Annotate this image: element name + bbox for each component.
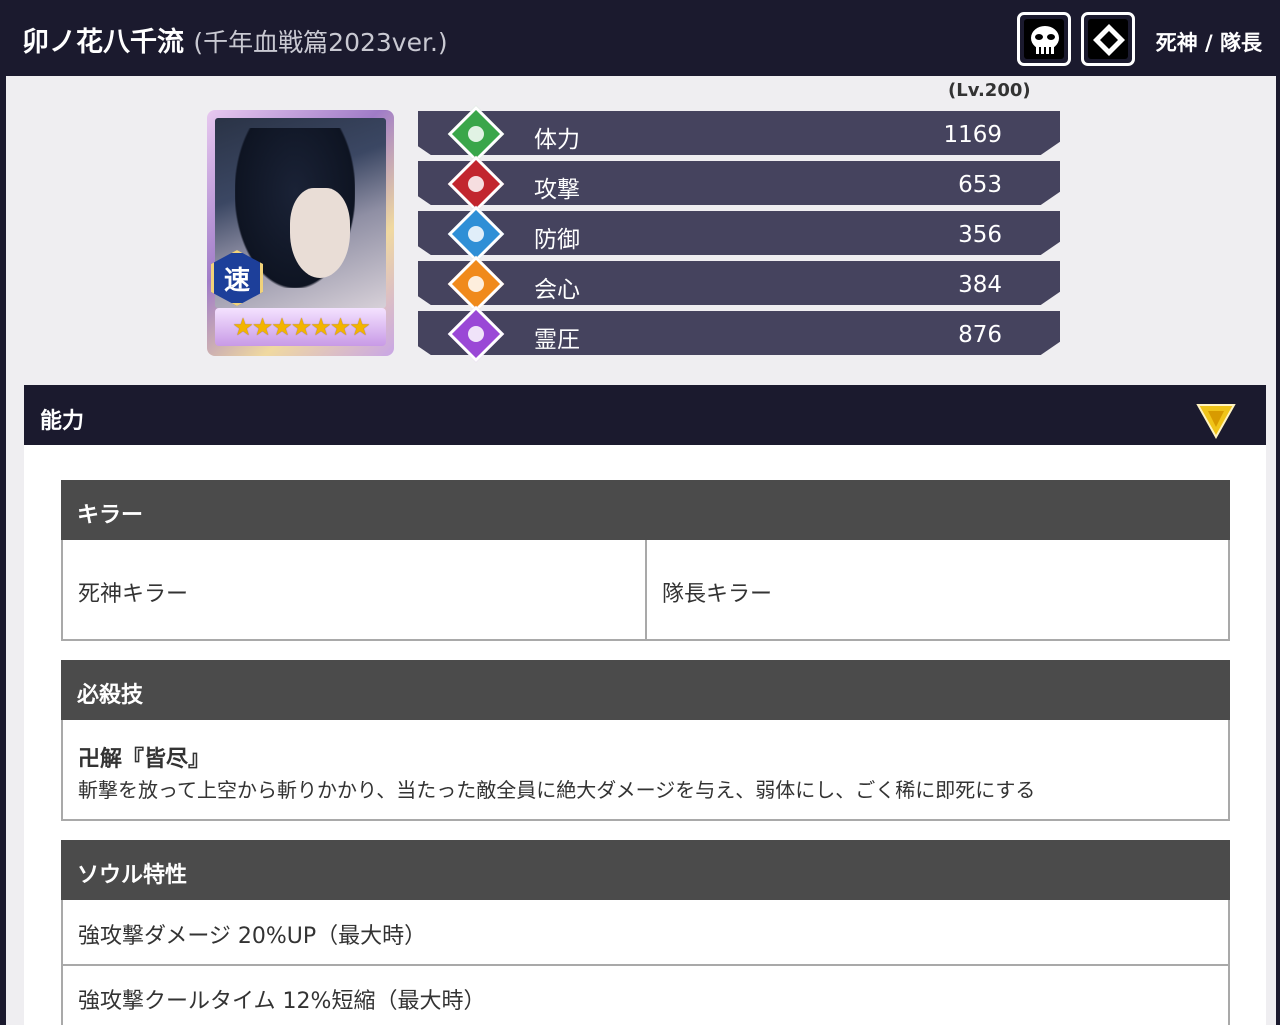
special-name: 卍解『皆尽』 xyxy=(78,747,211,772)
class-labels: 死神 / 隊長 xyxy=(1155,31,1262,55)
stat-value: 653 xyxy=(958,172,1002,198)
level-label: (Lv.200) xyxy=(948,80,1031,101)
killer-heading: キラー xyxy=(77,503,144,528)
title-bar: 卯ノ花八千流 (千年血戦篇2023ver.) 死神 / 隊長 xyxy=(0,0,1280,76)
character-name: 卯ノ花八千流 xyxy=(22,27,184,58)
special-section-header: 必殺技 xyxy=(61,660,1230,720)
character-portrait: 速 ★★★★★★★ xyxy=(207,110,394,356)
stat-label: 霊圧 xyxy=(534,327,580,353)
hollow-mask-icon[interactable] xyxy=(1017,12,1071,66)
rarity-stars: ★★★★★★★ xyxy=(215,308,386,346)
special-heading: 必殺技 xyxy=(77,683,144,708)
stat-label: 体力 xyxy=(534,127,580,153)
ability-header[interactable]: 能力 xyxy=(24,385,1266,445)
cell-divider xyxy=(645,540,647,639)
special-box xyxy=(61,720,1230,821)
stat-value: 384 xyxy=(958,272,1002,298)
soul-heading: ソウル特性 xyxy=(77,863,188,888)
character-title: 卯ノ花八千流 (千年血戦篇2023ver.) xyxy=(22,20,448,59)
soul-trait-item: 強攻撃クールタイム 12%短縮（最大時） xyxy=(78,989,486,1014)
character-version: (千年血戦篇2023ver.) xyxy=(193,28,448,57)
killer-section-header: キラー xyxy=(61,480,1230,540)
stat-label: 攻撃 xyxy=(534,177,580,203)
killer-item-shinigami: 死神キラー xyxy=(78,582,189,607)
stat-value: 1169 xyxy=(943,122,1002,148)
row-divider xyxy=(63,964,1228,966)
killer-box xyxy=(61,540,1230,641)
stat-value: 356 xyxy=(958,222,1002,248)
special-description: 斬撃を放って上空から斬りかかり、当たった敵全員に絶大ダメージを与え、弱体にし、ご… xyxy=(78,778,1036,802)
stat-value: 876 xyxy=(958,322,1002,348)
collapse-triangle-icon[interactable] xyxy=(1196,403,1236,439)
soul-section-header: ソウル特性 xyxy=(61,840,1230,900)
soul-trait-item: 強攻撃ダメージ 20%UP（最大時） xyxy=(78,924,427,949)
killer-item-captain: 隊長キラー xyxy=(662,582,773,607)
stat-label: 防御 xyxy=(534,227,580,253)
stat-label: 会心 xyxy=(534,277,580,303)
diamond-attribute-icon[interactable] xyxy=(1081,12,1135,66)
ability-title: 能力 xyxy=(40,409,85,434)
